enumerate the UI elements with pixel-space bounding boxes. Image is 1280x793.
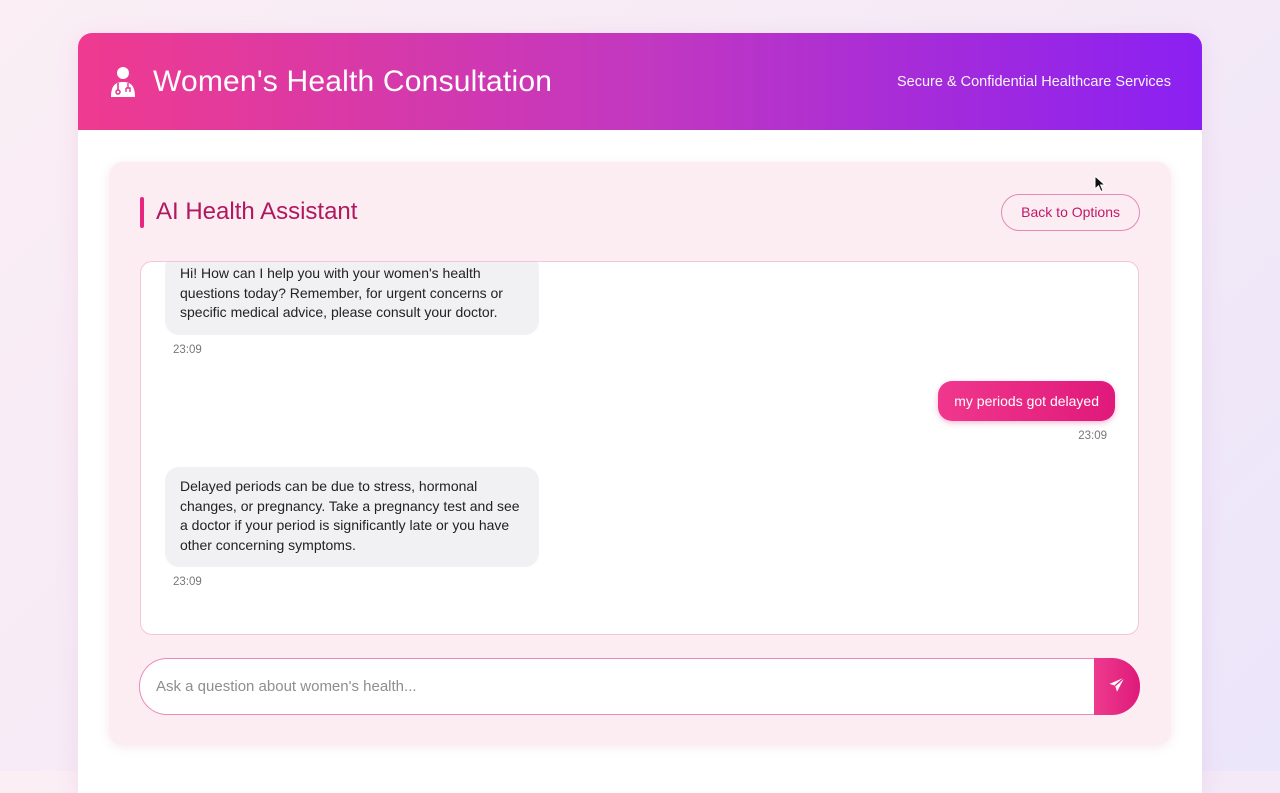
assistant-panel: AI Health Assistant Back to Options Hi! … [109,162,1171,745]
assistant-message: Hi! How can I help you with your women's… [165,262,539,356]
message-composer [139,658,1140,715]
panel-header: AI Health Assistant Back to Options [140,193,1140,231]
chat-window[interactable]: Hi! How can I help you with your women's… [140,261,1139,635]
app-header: Women's Health Consultation Secure & Con… [78,33,1202,130]
assistant-bubble: Hi! How can I help you with your women's… [165,262,539,335]
user-message: my periods got delayed 23:09 [938,381,1115,442]
panel-title-wrap: AI Health Assistant [140,196,358,228]
send-button[interactable] [1094,658,1140,715]
message-timestamp: 23:09 [173,343,202,356]
assistant-bubble: Delayed periods can be due to stress, ho… [165,467,539,567]
user-bubble: my periods got delayed [938,381,1115,421]
app-title: Women's Health Consultation [153,64,553,98]
app-window: Women's Health Consultation Secure & Con… [78,33,1202,793]
title-accent-bar [140,196,144,228]
message-timestamp: 23:09 [1078,430,1107,442]
assistant-message: Delayed periods can be due to stress, ho… [165,467,539,588]
back-to-options-button[interactable]: Back to Options [1001,193,1140,231]
doctor-icon [109,66,137,98]
question-input[interactable] [139,658,1094,715]
paper-plane-icon [1108,676,1126,697]
panel-title: AI Health Assistant [156,198,358,225]
message-timestamp: 23:09 [173,576,202,588]
app-tagline: Secure & Confidential Healthcare Service… [896,73,1171,90]
brand: Women's Health Consultation [109,65,552,99]
mouse-cursor-icon [1094,175,1106,193]
